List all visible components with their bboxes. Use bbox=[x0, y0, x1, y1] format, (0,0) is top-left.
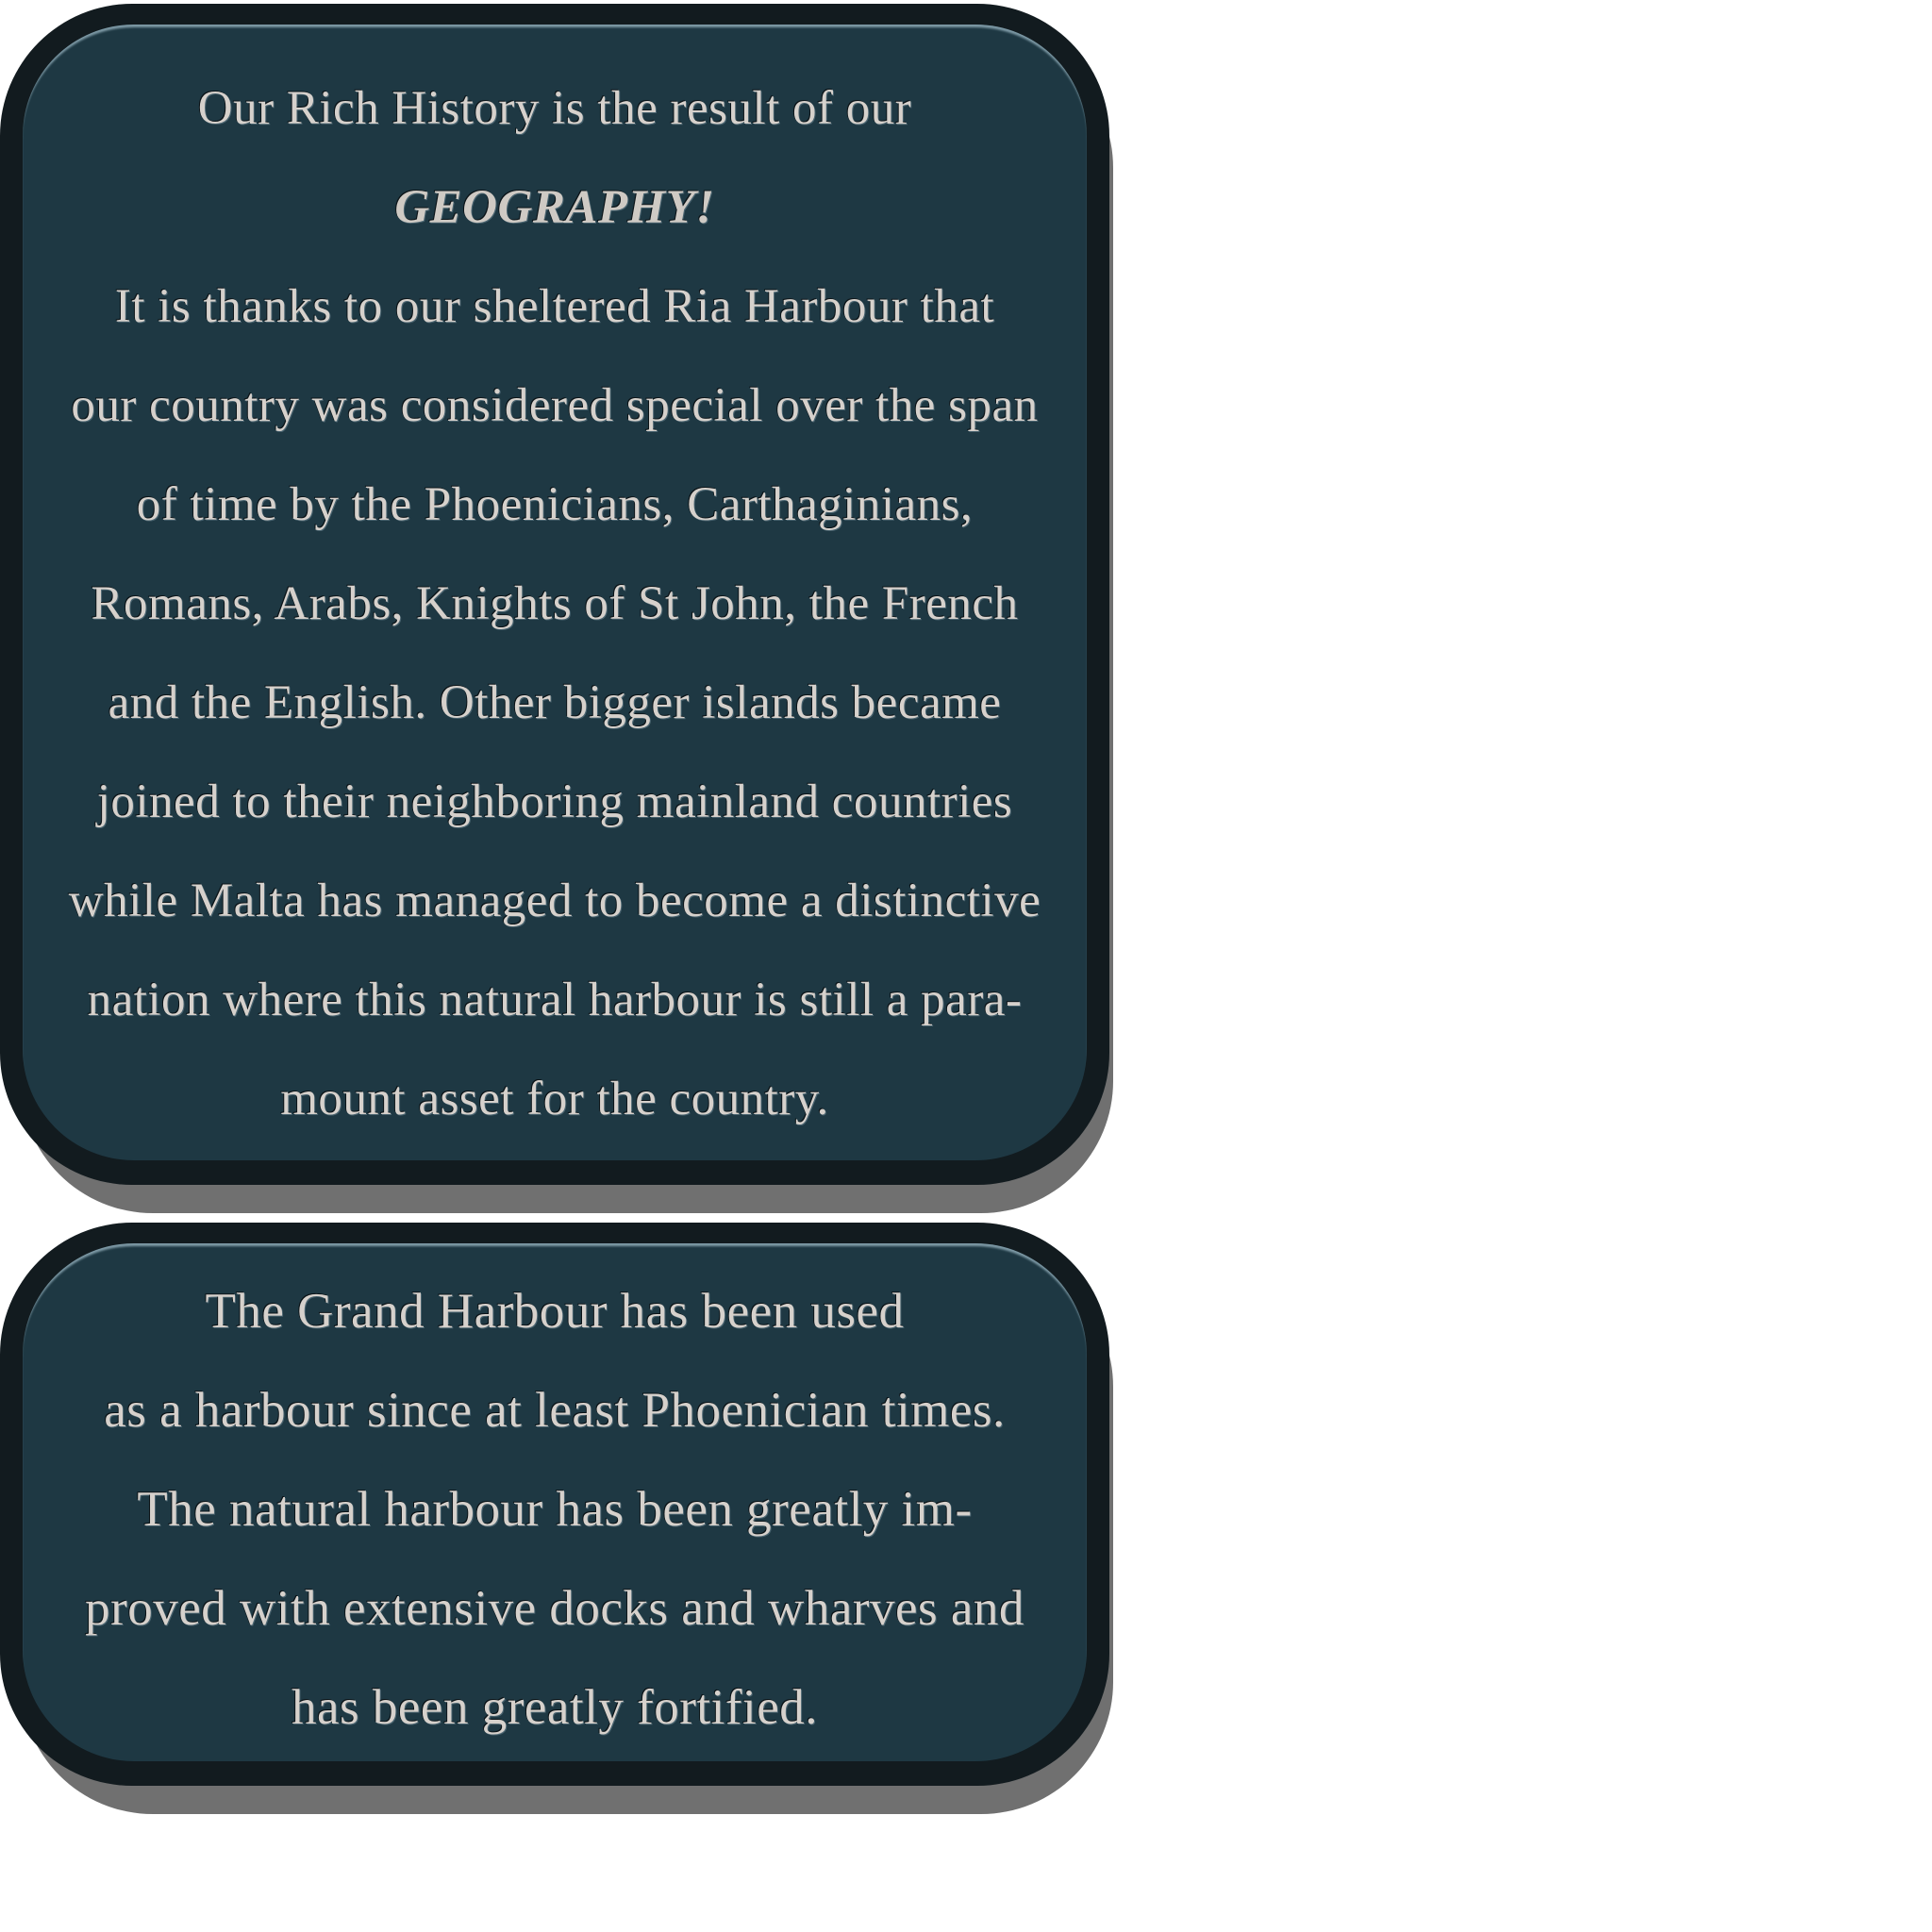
geography-heading: GEOGRAPHY! bbox=[394, 181, 715, 234]
history-line: and the English. Other bigger islands be… bbox=[108, 676, 1002, 729]
history-line: nation where this natural harbour is sti… bbox=[87, 974, 1023, 1026]
history-line: our country was considered special over … bbox=[71, 379, 1039, 432]
harbour-line: The Grand Harbour has been used bbox=[205, 1284, 905, 1339]
grand-harbour-text: The Grand Harbour has been used as a har… bbox=[19, 1262, 1091, 1757]
harbour-line: has been greatly fortified. bbox=[291, 1680, 818, 1735]
history-line: while Malta has managed to become a dist… bbox=[68, 874, 1041, 927]
history-line: of time by the Phoenicians, Carthaginian… bbox=[136, 478, 974, 531]
harbour-line: as a harbour since at least Phoenician t… bbox=[104, 1383, 1006, 1438]
history-line: It is thanks to our sheltered Ria Harbou… bbox=[114, 280, 995, 333]
history-line: joined to their neighboring mainland cou… bbox=[96, 775, 1013, 828]
history-line: mount asset for the country. bbox=[280, 1073, 829, 1125]
history-panel: Our Rich History is the result of our GE… bbox=[0, 4, 1113, 1213]
harbour-line: proved with extensive docks and wharves … bbox=[85, 1581, 1024, 1636]
grand-harbour-panel: The Grand Harbour has been used as a har… bbox=[0, 1223, 1113, 1814]
history-text: Our Rich History is the result of our GE… bbox=[19, 59, 1091, 1149]
history-line: Our Rich History is the result of our bbox=[197, 82, 912, 135]
harbour-line: The natural harbour has been greatly im- bbox=[137, 1482, 973, 1537]
history-line: Romans, Arabs, Knights of St John, the F… bbox=[91, 577, 1019, 630]
